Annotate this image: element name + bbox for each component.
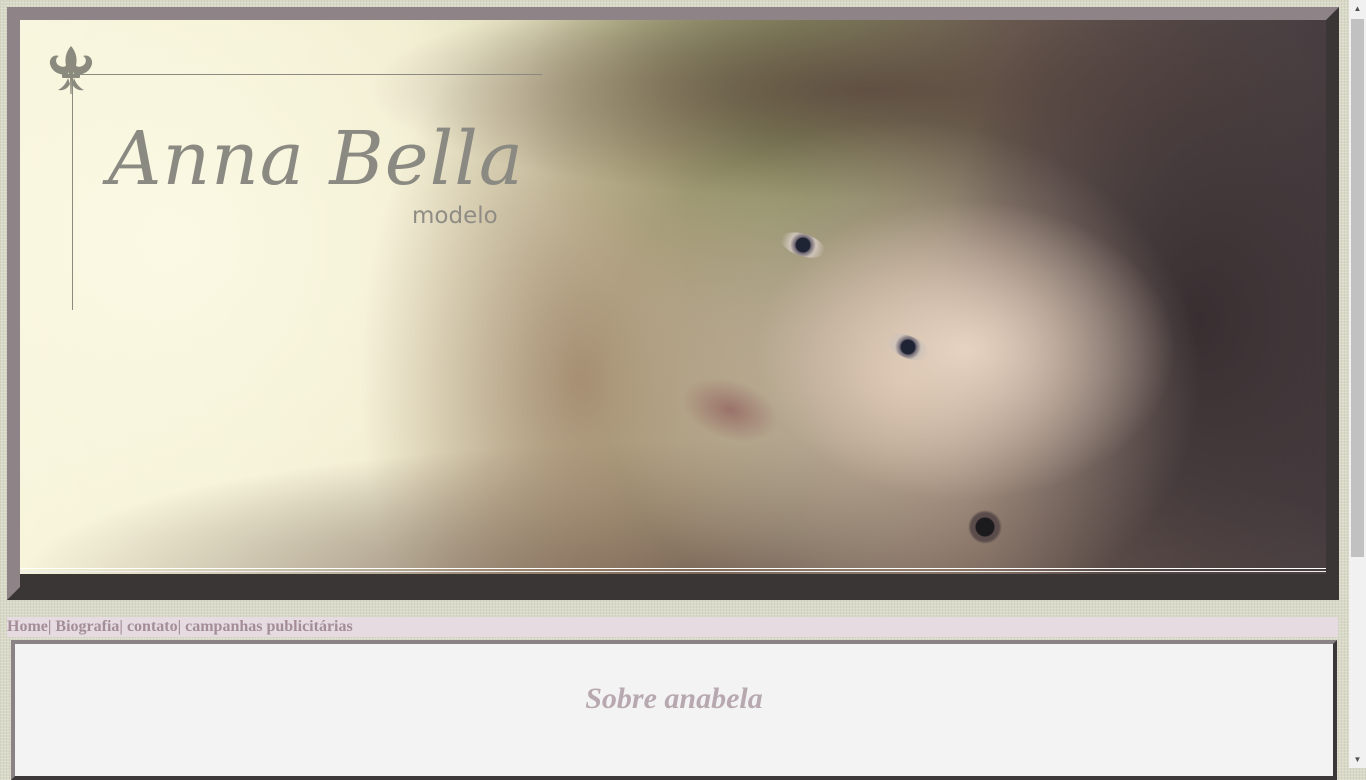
eye-left [777, 227, 829, 263]
nav-separator: | [119, 618, 127, 635]
banner-bottom-border [20, 574, 1326, 587]
logo-frame-line-vertical [72, 74, 73, 310]
eye-right [882, 328, 934, 366]
logo-frame-line-horizontal [72, 74, 542, 75]
nav-link-contato[interactable]: contato [127, 618, 178, 635]
model-photo [20, 20, 1326, 587]
nav-separator: | [177, 618, 186, 635]
main-nav: Home| Biografia| contato| campanhas publ… [7, 617, 1338, 637]
content-panel: Sobre anabela [11, 640, 1337, 780]
nav-link-biografia[interactable]: Biografia [55, 618, 119, 635]
scroll-up-arrow-icon[interactable]: ▲ [1349, 0, 1366, 17]
banner-stripes [20, 565, 1326, 574]
content-title: Sobre anabela [585, 682, 763, 715]
nav-link-campanhas[interactable]: campanhas publicitárias [185, 618, 353, 635]
brand-name: Anna Bella [108, 116, 525, 202]
scroll-thumb[interactable] [1351, 19, 1364, 557]
nav-link-home[interactable]: Home [7, 618, 48, 635]
vertical-scrollbar[interactable]: ▲ ▼ [1349, 0, 1366, 768]
lips [673, 366, 787, 454]
brand-subtitle: modelo [412, 203, 498, 229]
fleur-de-lis-icon [49, 46, 93, 94]
header-banner: Anna Bella modelo [7, 7, 1339, 600]
earring [968, 510, 1002, 544]
scroll-down-arrow-icon[interactable]: ▼ [1349, 751, 1366, 768]
